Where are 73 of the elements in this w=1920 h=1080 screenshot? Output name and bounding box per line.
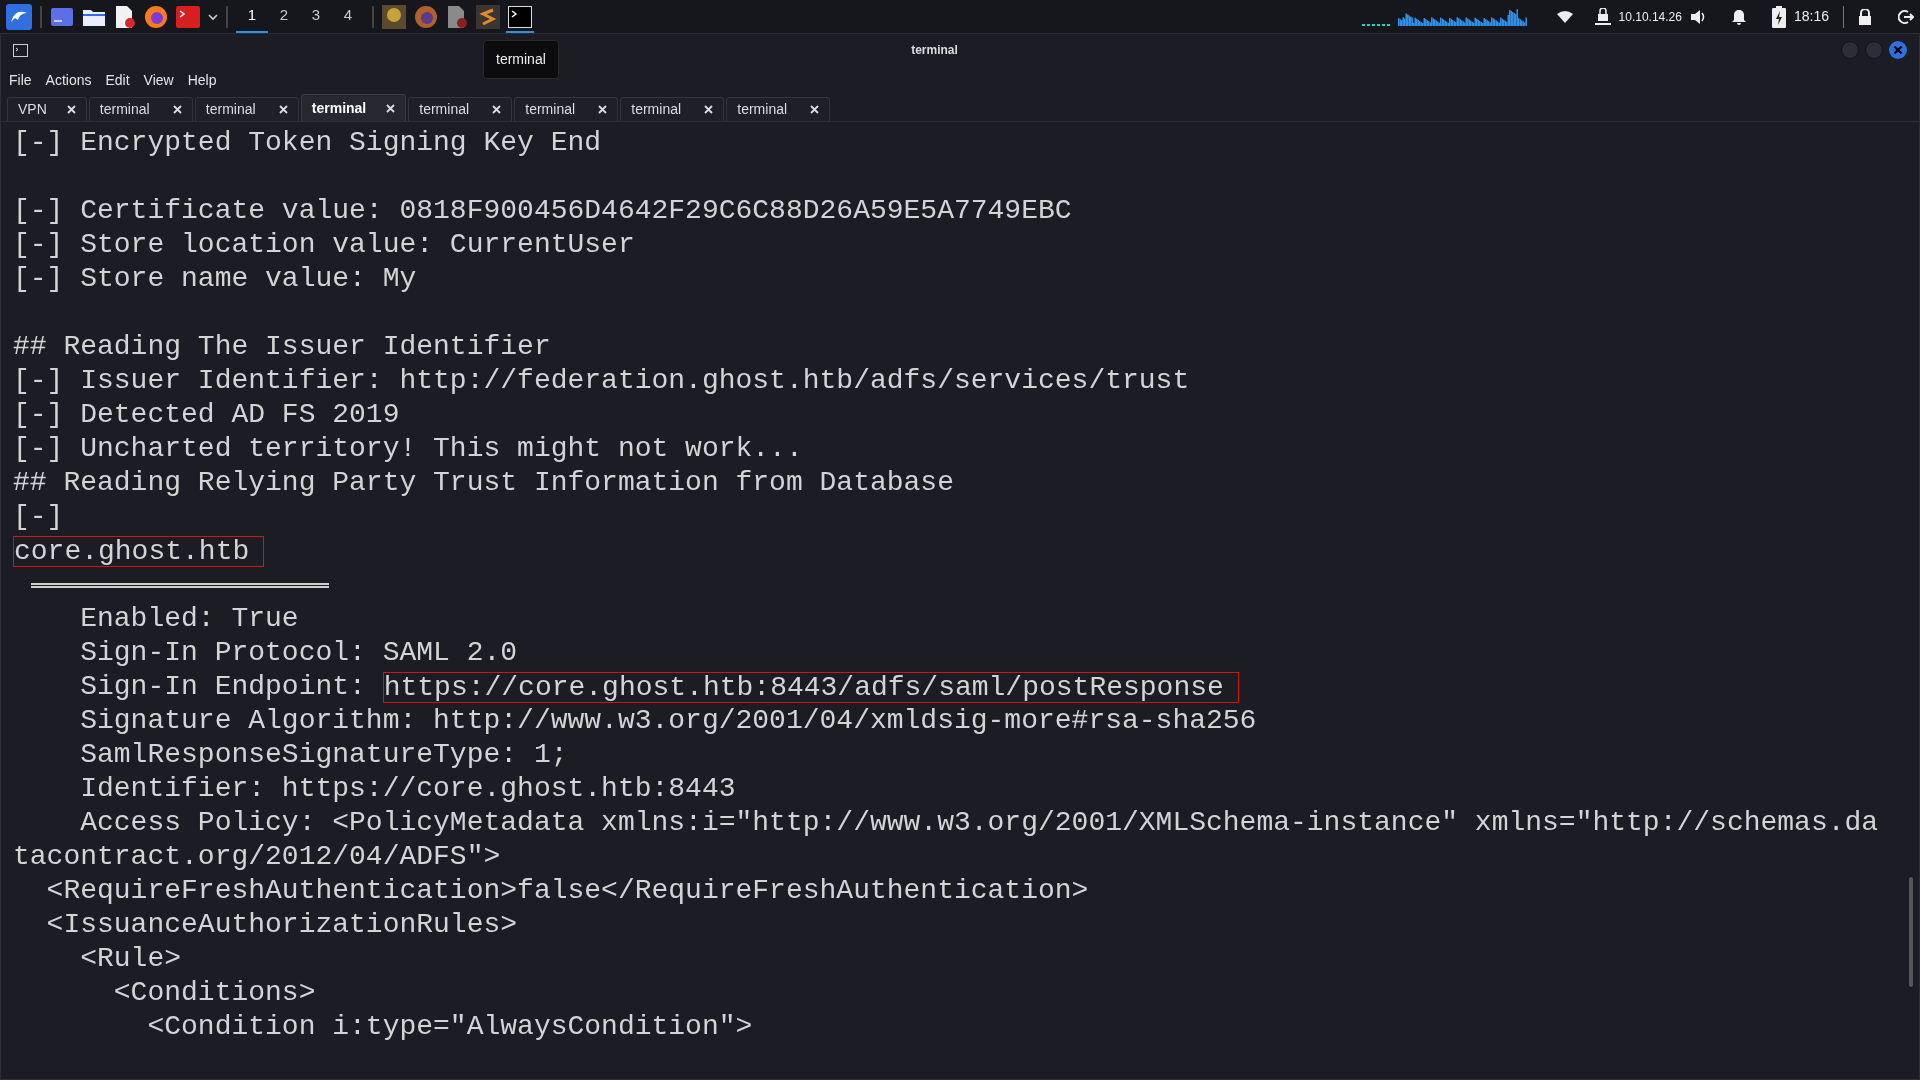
bell-icon[interactable] bbox=[1731, 8, 1746, 25]
terminal-icon[interactable] bbox=[176, 5, 200, 28]
terminal-line: Sign-In Endpoint: bbox=[79, 670, 367, 704]
terminal-line: Signature Algorithm: http://www.w3.org/2001/04/xmldsig-more#rsa-sha256 bbox=[79, 704, 1257, 738]
terminal-line: [-] Certificate value: 0818F900456D4642F29C6C88D26A59E5A7749EBC bbox=[13, 194, 1072, 228]
close-icon[interactable] bbox=[66, 105, 76, 114]
terminal-icon[interactable] bbox=[508, 5, 532, 28]
close-icon[interactable] bbox=[386, 103, 396, 113]
speaker-icon[interactable] bbox=[1689, 8, 1706, 25]
terminal-line: <RequireFreshAuthentication>false</RequireFreshAuthentication> bbox=[45, 874, 1089, 908]
tab[interactable]: terminal bbox=[726, 97, 831, 121]
terminal-line: ## Reading The Issuer Identifier bbox=[13, 330, 551, 364]
ip-address: 10.10.14.26 bbox=[1618, 8, 1682, 26]
workspace-button[interactable]: 3 bbox=[300, 0, 332, 33]
menu-item[interactable]: File bbox=[9, 69, 32, 91]
tab[interactable]: VPN bbox=[7, 97, 87, 121]
menu-item[interactable]: Help bbox=[187, 69, 217, 91]
close-icon[interactable] bbox=[810, 105, 820, 114]
battery-charging-icon[interactable] bbox=[1771, 5, 1786, 28]
tab[interactable]: terminal bbox=[514, 97, 619, 121]
terminal-line: [-] Issuer Identifier: http://federation.ghost.htb/adfs/services/trust bbox=[13, 364, 1190, 398]
terminal-line: [-] Store location value: CurrentUser bbox=[13, 228, 635, 262]
terminal-line: [-] Encrypted Token Signing Key End bbox=[13, 126, 602, 160]
close-icon[interactable] bbox=[492, 105, 502, 114]
terminal-line: Access Policy: <PolicyMetadata xmlns:i="http://www.w3.org/2001/XMLSchema-instance" xmlns="http://schemas.da bbox=[79, 806, 1879, 840]
highlighted-output: https://core.ghost.htb:8443/adfs/saml/postResponse bbox=[382, 671, 1239, 703]
clock: 18:16 bbox=[1793, 7, 1829, 26]
menu-item[interactable]: Actions bbox=[45, 69, 92, 91]
wifi-icon[interactable] bbox=[1556, 10, 1573, 23]
logout-icon[interactable] bbox=[1898, 8, 1914, 25]
terminal-line: [-] Uncharted territory! This might not work... bbox=[13, 432, 803, 466]
terminal-line: [-] Detected AD FS 2019 bbox=[13, 398, 400, 432]
network-graph-icon bbox=[1361, 6, 1527, 27]
browser-icon[interactable] bbox=[414, 4, 438, 29]
terminal-line: <Condition i:type="AlwaysCondition"> bbox=[146, 1010, 753, 1044]
monitor-icon[interactable] bbox=[50, 6, 74, 27]
workspace-button[interactable]: 4 bbox=[332, 0, 364, 33]
window-title: terminal bbox=[911, 42, 958, 59]
terminal-line: <Rule> bbox=[79, 942, 182, 976]
close-icon[interactable] bbox=[278, 105, 288, 114]
workspace-button[interactable]: 2 bbox=[268, 0, 300, 33]
menu-item[interactable]: Edit bbox=[105, 69, 130, 91]
terminal-line: Sign-In Protocol: SAML 2.0 bbox=[79, 636, 518, 670]
tab[interactable]: terminal bbox=[408, 97, 513, 121]
close-icon[interactable] bbox=[172, 105, 182, 114]
close-icon[interactable] bbox=[704, 105, 714, 114]
close-button[interactable] bbox=[1889, 41, 1907, 59]
highlighted-output: core.ghost.htb bbox=[13, 535, 265, 567]
browser-icon[interactable] bbox=[144, 4, 168, 29]
document-edit-icon[interactable] bbox=[114, 4, 136, 29]
text-editor-icon[interactable] bbox=[476, 4, 500, 29]
chevron-down-icon[interactable] bbox=[208, 12, 218, 21]
terminal-line: Enabled: True bbox=[79, 602, 299, 636]
menu-item[interactable]: View bbox=[143, 69, 174, 91]
terminal-line: tacontract.org/2012/04/ADFS"> bbox=[13, 840, 501, 874]
terminal-line: [-] bbox=[13, 500, 64, 534]
tab[interactable]: terminal bbox=[194, 97, 299, 121]
terminal-line: [-] Store name value: My bbox=[13, 262, 417, 296]
scrollbar[interactable] bbox=[1909, 877, 1913, 987]
lock-network-icon[interactable] bbox=[1594, 7, 1611, 26]
close-icon[interactable] bbox=[598, 105, 608, 114]
tab[interactable]: terminal bbox=[300, 94, 407, 121]
tooltip: terminal bbox=[483, 40, 559, 79]
terminal-line: <IssuanceAuthorizationRules> bbox=[45, 908, 518, 942]
terminal-line: Identifier: https://core.ghost.htb:8443 bbox=[79, 772, 736, 806]
lock-icon[interactable] bbox=[1858, 8, 1872, 25]
terminal-line: <Conditions> bbox=[112, 976, 316, 1010]
terminal-line: ## Reading Relying Party Trust Information from Database bbox=[13, 466, 954, 500]
tab[interactable]: terminal bbox=[88, 97, 193, 121]
terminal-line: SamlResponseSignatureType: 1; bbox=[79, 738, 568, 772]
tab[interactable]: terminal bbox=[620, 97, 725, 121]
app-thumbnail-icon[interactable] bbox=[382, 4, 406, 29]
terminal-icon bbox=[13, 43, 28, 57]
